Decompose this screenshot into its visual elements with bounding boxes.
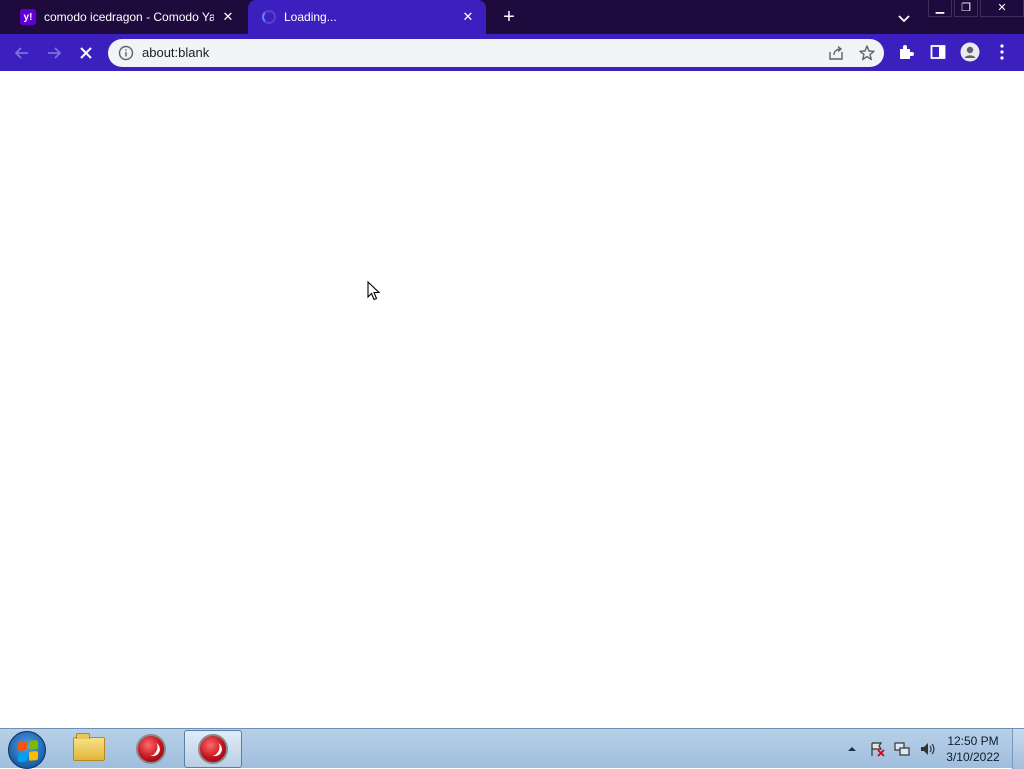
taskbar-clock[interactable]: 12:50 PM 3/10/2022: [938, 733, 1008, 765]
taskbar-file-explorer[interactable]: [60, 730, 118, 768]
forward-arrow-icon: [48, 47, 62, 59]
loading-spinner-icon: [262, 10, 276, 24]
tab-strip: y! comodo icedragon - Comodo Ya ✕ Loadin…: [0, 0, 1024, 34]
action-center-icon[interactable]: [868, 740, 886, 758]
back-arrow-icon: [14, 47, 28, 59]
new-tab-button[interactable]: +: [498, 6, 520, 28]
clock-date: 3/10/2022: [946, 750, 1000, 764]
start-button[interactable]: [8, 731, 46, 769]
tab-search-button[interactable]: [894, 8, 914, 28]
forward-button[interactable]: [41, 40, 67, 66]
address-bar[interactable]: about:blank: [108, 39, 884, 67]
close-tab-icon[interactable]: ✕: [460, 9, 476, 25]
minimize-button[interactable]: ▁: [928, 0, 952, 17]
close-tab-icon[interactable]: ✕: [220, 9, 236, 25]
back-button[interactable]: [9, 40, 35, 66]
taskbar: 12:50 PM 3/10/2022: [0, 728, 1024, 769]
browser-menu-button[interactable]: [992, 42, 1012, 62]
volume-icon[interactable]: [918, 740, 936, 758]
show-hidden-icons-button[interactable]: [843, 740, 861, 758]
close-window-button[interactable]: ✕: [980, 0, 1024, 17]
page-content[interactable]: [0, 71, 1024, 728]
bookmark-star-icon[interactable]: [858, 44, 876, 62]
flag-icon: [871, 742, 885, 757]
clock-time: 12:50 PM: [947, 734, 999, 748]
tab-loading[interactable]: Loading... ✕: [248, 0, 486, 34]
info-icon[interactable]: [118, 45, 134, 61]
browser-window: y! comodo icedragon - Comodo Ya ✕ Loadin…: [0, 0, 1024, 728]
stop-loading-button[interactable]: [73, 40, 99, 66]
show-desktop-button[interactable]: [1012, 729, 1024, 769]
puzzle-icon: [900, 45, 914, 59]
tab-title: comodo icedragon - Comodo Ya: [44, 10, 214, 24]
network-monitor-icon: [894, 742, 910, 756]
chevron-up-icon: [848, 747, 856, 751]
url-text[interactable]: about:blank: [142, 39, 209, 67]
icedragon-icon: [198, 734, 228, 764]
window-controls: ▁ ❐ ✕: [928, 0, 1024, 18]
network-icon[interactable]: [893, 740, 911, 758]
kebab-menu-icon: [1000, 44, 1004, 60]
icedragon-icon: [136, 734, 166, 764]
yahoo-favicon-icon: y!: [20, 9, 36, 25]
mouse-cursor-icon: [367, 281, 381, 301]
windows-logo-icon: [18, 739, 38, 763]
chevron-down-icon: [898, 15, 910, 23]
taskbar-icedragon[interactable]: [122, 730, 180, 768]
restore-button[interactable]: ❐: [954, 0, 978, 17]
taskbar-icedragon-active[interactable]: [184, 730, 242, 768]
tab-comodo-icedragon[interactable]: y! comodo icedragon - Comodo Ya ✕: [8, 0, 246, 34]
system-tray: [843, 739, 943, 759]
avatar-icon: [960, 42, 980, 62]
side-panel-icon: [930, 45, 946, 59]
extensions-button[interactable]: [896, 42, 916, 62]
folder-icon: [73, 733, 105, 761]
toolbar: about:blank: [0, 34, 1024, 71]
tab-title: Loading...: [284, 10, 337, 24]
profile-button[interactable]: [960, 42, 980, 62]
speaker-icon: [921, 743, 935, 755]
side-panel-button[interactable]: [928, 42, 948, 62]
share-icon[interactable]: [828, 45, 844, 61]
stop-icon: [80, 47, 92, 59]
